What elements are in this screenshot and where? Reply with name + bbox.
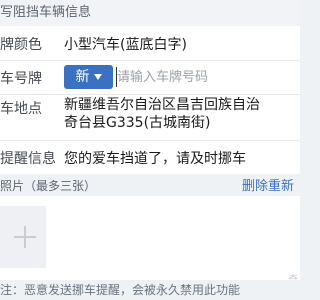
footer-notice: 注：恶意发送挪车提醒，会被永久禁用此功能 bbox=[0, 280, 300, 300]
plate-number-label: 车号牌 bbox=[0, 71, 42, 87]
plate-number-input[interactable] bbox=[117, 65, 297, 89]
reminder-row[interactable]: 提醒信息 您的爱车挡道了，请及时挪车 bbox=[0, 140, 300, 174]
location-row[interactable]: 车地点 新疆维吾尔自治区昌吉回族自治 奇台县G335(古城南街) bbox=[0, 94, 300, 141]
footer-notice-text: 注：恶意发送挪车提醒，会被永久禁用此功能 bbox=[0, 283, 241, 297]
plate-color-value: 小型汽车(蓝底白字) bbox=[64, 37, 187, 53]
location-line-2: 奇台县G335(古城南街) bbox=[64, 115, 211, 131]
plate-prefix-dropdown[interactable]: 新 bbox=[64, 65, 113, 89]
vehicle-info-card: 牌颜色 小型汽车(蓝底白字) 车号牌 新 车地点 新疆维吾尔自治区昌吉回族自治 … bbox=[0, 26, 300, 174]
delete-photos-link[interactable]: 删除重新 bbox=[242, 175, 294, 194]
plate-color-label: 牌颜色 bbox=[0, 37, 42, 53]
photo-section-label: 照片（最多三张） bbox=[0, 179, 97, 193]
photo-section-header: 照片（最多三张） 删除重新 bbox=[0, 174, 300, 196]
plate-prefix-value: 新 bbox=[75, 69, 90, 85]
reminder-label: 提醒信息 bbox=[0, 151, 56, 167]
location-label: 车地点 bbox=[0, 101, 42, 117]
location-value: 新疆维吾尔自治区昌吉回族自治 奇台县G335(古城南街) bbox=[64, 96, 300, 132]
add-photo-button[interactable] bbox=[0, 206, 46, 268]
plate-number-row: 车号牌 新 bbox=[0, 60, 300, 95]
section-title: 写阻挡车辆信息 bbox=[0, 5, 92, 20]
reminder-value: 您的爱车挡道了，请及时挪车 bbox=[64, 151, 246, 167]
plate-color-row[interactable]: 牌颜色 小型汽车(蓝底白字) bbox=[0, 26, 300, 61]
plus-icon-vertical bbox=[24, 226, 26, 248]
photo-upload-area bbox=[0, 196, 300, 280]
chevron-down-icon bbox=[93, 74, 102, 80]
location-line-1: 新疆维吾尔自治区昌吉回族自治 bbox=[64, 97, 260, 113]
section-header: 写阻挡车辆信息 bbox=[0, 0, 300, 26]
